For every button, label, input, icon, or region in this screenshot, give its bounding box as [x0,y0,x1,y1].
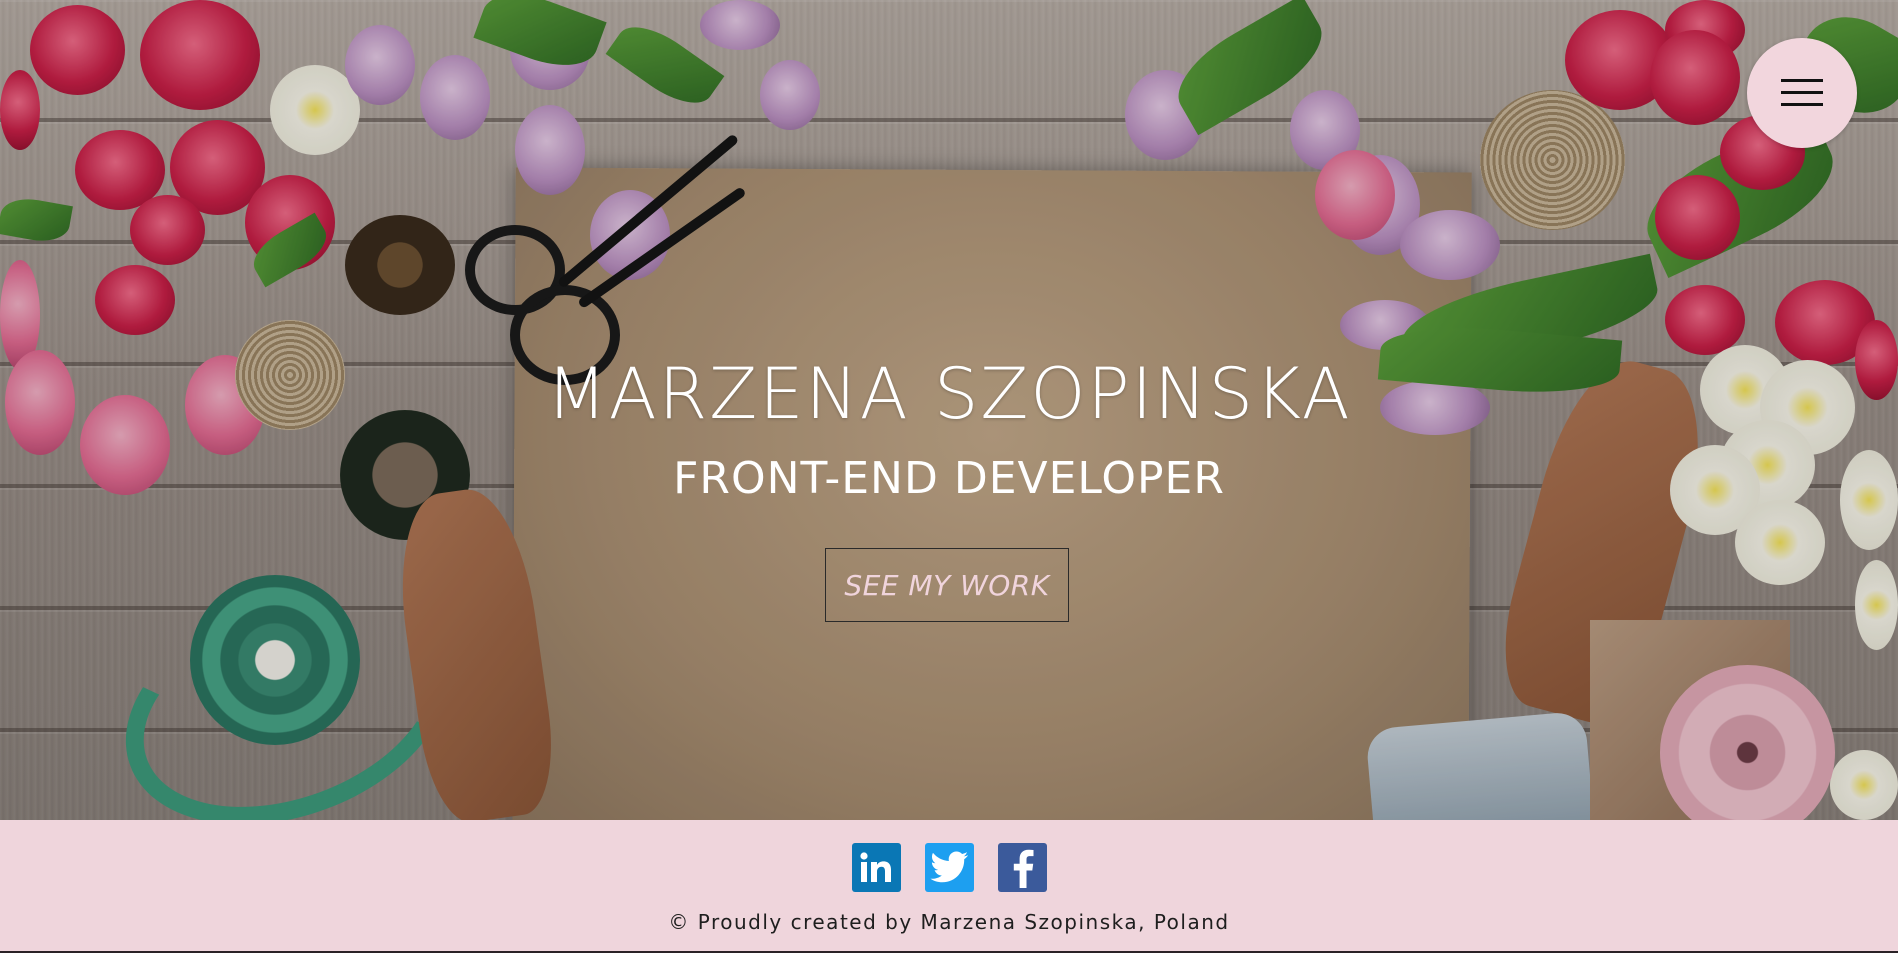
copyright-text: © Proudly created by Marzena Szopinska, … [668,910,1230,934]
linkedin-link[interactable] [851,843,901,892]
hero-name-heading: MARZENA SZOPINSKA [546,353,1352,435]
menu-button[interactable] [1747,38,1857,148]
facebook-icon [1013,849,1034,888]
social-links [0,843,1898,892]
facebook-link[interactable] [997,843,1047,892]
hamburger-menu-icon [1781,79,1823,107]
hero-section: MARZENA SZOPINSKA FRONT-END DEVELOPER SE… [0,0,1898,820]
see-my-work-button[interactable]: SEE MY WORK [825,548,1069,622]
twitter-link[interactable] [924,843,974,892]
footer: © Proudly created by Marzena Szopinska, … [0,820,1898,951]
hero-job-title: FRONT-END DEVELOPER [673,453,1225,504]
twitter-icon [930,851,969,882]
linkedin-icon [860,851,891,882]
